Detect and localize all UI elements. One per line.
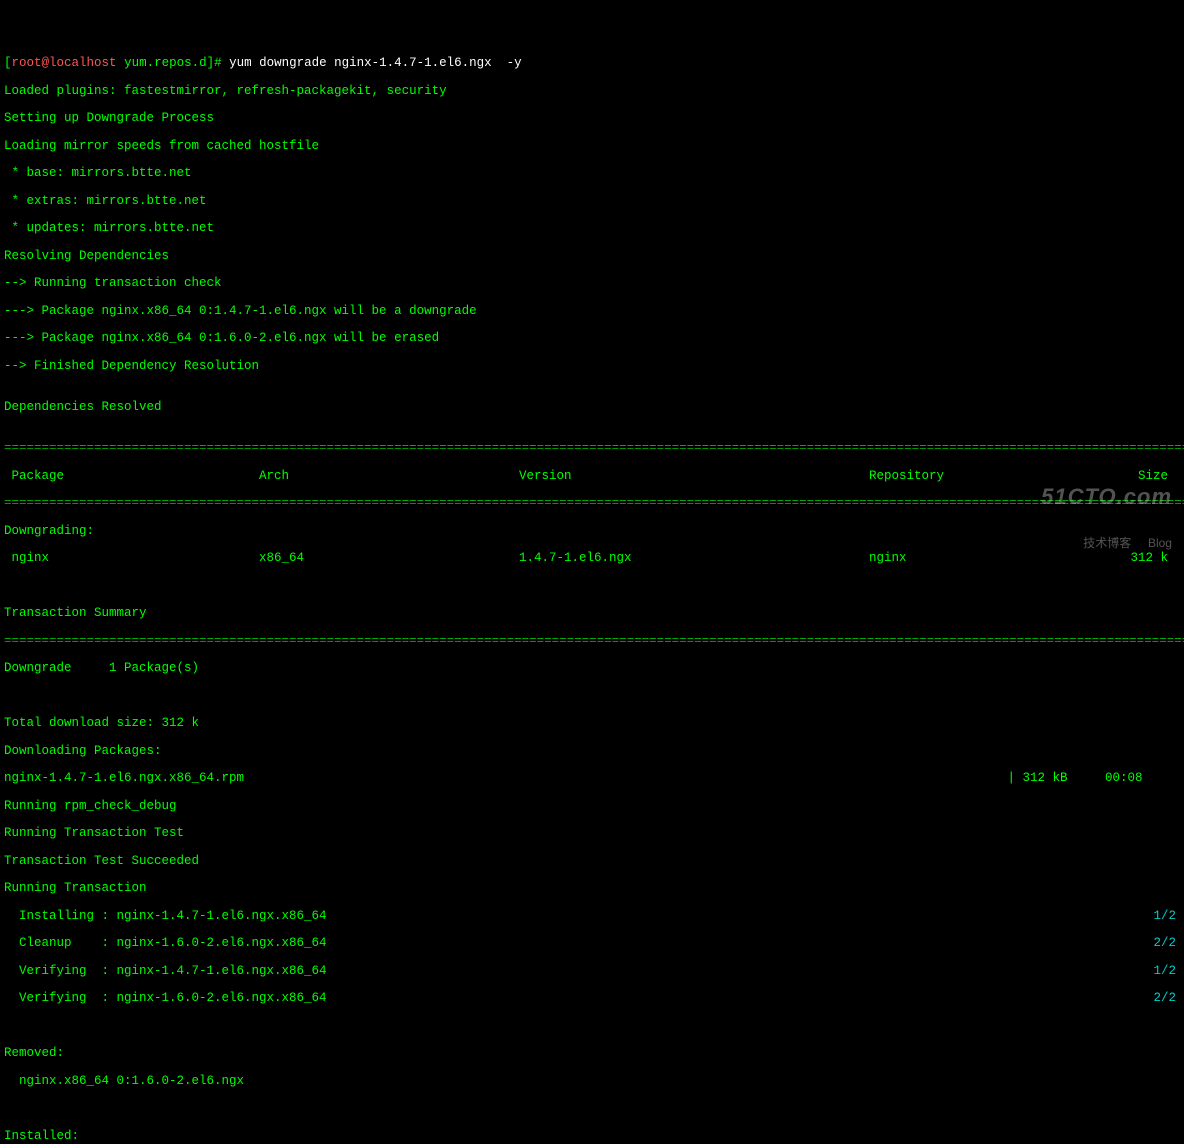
step-verifying: Verifying : nginx-1.4.7-1.el6.ngx.x86_64… [4, 965, 1180, 979]
tx-summary-line: Downgrade 1 Package(s) [4, 662, 1180, 676]
col-package: Package [4, 470, 259, 484]
rule: ========================================… [4, 635, 1180, 649]
output-line: * base: mirrors.btte.net [4, 167, 1180, 181]
rule: ========================================… [4, 442, 1180, 456]
command-text: yum downgrade nginx-1.4.7-1.el6.ngx -y [229, 56, 522, 70]
installed-header: Installed: [4, 1130, 1180, 1144]
watermark: 51CTO.com 技术博客 Blog [1041, 458, 1172, 564]
output-line: Total download size: 312 k [4, 717, 1180, 731]
output-line: Running rpm_check_debug [4, 800, 1180, 814]
download-progress: nginx-1.4.7-1.el6.ngx.x86_64.rpm| 312 kB… [4, 772, 1180, 786]
output-line: Loaded plugins: fastestmirror, refresh-p… [4, 85, 1180, 99]
output-line: Running Transaction [4, 882, 1180, 896]
prompt-user: root [12, 56, 42, 70]
output-line: Running Transaction Test [4, 827, 1180, 841]
output-line: --> Running transaction check [4, 277, 1180, 291]
step-cleanup: Cleanup : nginx-1.6.0-2.el6.ngx.x86_642/… [4, 937, 1180, 951]
watermark-logo: 51CTO.com [1041, 485, 1172, 509]
output-line: Loading mirror speeds from cached hostfi… [4, 140, 1180, 154]
removed-header: Removed: [4, 1047, 1180, 1061]
output-line: --> Finished Dependency Resolution [4, 360, 1180, 374]
rule: ========================================… [4, 497, 1180, 511]
watermark-sub: 技术博客 Blog [1041, 537, 1172, 550]
output-line: ---> Package nginx.x86_64 0:1.6.0-2.el6.… [4, 332, 1180, 346]
output-line: Resolving Dependencies [4, 250, 1180, 264]
prompt-line[interactable]: [root@localhost yum.repos.d]# yum downgr… [4, 57, 1180, 71]
table-row: nginxx86_641.4.7-1.el6.ngxnginx312 k [4, 552, 1180, 566]
output-line: Setting up Downgrade Process [4, 112, 1180, 126]
removed-pkg: nginx.x86_64 0:1.6.0-2.el6.ngx [4, 1075, 1180, 1089]
output-line: Downloading Packages: [4, 745, 1180, 759]
output-line: Dependencies Resolved [4, 401, 1180, 415]
output-line: Transaction Test Succeeded [4, 855, 1180, 869]
prompt-cwd: yum.repos.d [124, 56, 207, 70]
col-arch: Arch [259, 470, 519, 484]
step-verifying: Verifying : nginx-1.6.0-2.el6.ngx.x86_64… [4, 992, 1180, 1006]
tx-summary-header: Transaction Summary [4, 607, 1180, 621]
output-line: ---> Package nginx.x86_64 0:1.4.7-1.el6.… [4, 305, 1180, 319]
col-version: Version [519, 470, 869, 484]
step-installing: Installing : nginx-1.4.7-1.el6.ngx.x86_6… [4, 910, 1180, 924]
output-line: * extras: mirrors.btte.net [4, 195, 1180, 209]
prompt-host: localhost [49, 56, 117, 70]
table-header: PackageArchVersionRepositorySize [4, 470, 1180, 484]
section-downgrading: Downgrading: [4, 525, 1180, 539]
output-line: * updates: mirrors.btte.net [4, 222, 1180, 236]
